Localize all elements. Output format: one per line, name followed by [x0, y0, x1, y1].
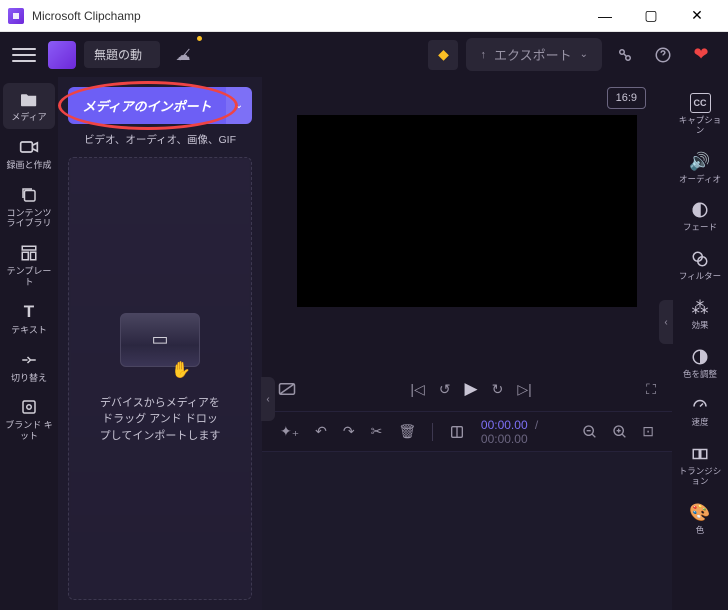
- undo-button[interactable]: ↶: [315, 423, 327, 440]
- right-nav: CCキャプション 🔊オーディオ フェード フィルター ⁂効果 色を調整 速度 ト…: [672, 77, 728, 610]
- help-button[interactable]: [648, 40, 678, 70]
- window-close-button[interactable]: ✕: [674, 0, 720, 32]
- r-speed[interactable]: 速度: [675, 389, 725, 434]
- fade-icon: [691, 200, 709, 220]
- r-effects[interactable]: ⁂効果: [675, 292, 725, 337]
- brand-nav-icon: [20, 397, 38, 417]
- collapse-right-button[interactable]: ‹: [659, 300, 673, 344]
- folder-icon: [19, 89, 39, 109]
- r-audio[interactable]: 🔊オーディオ: [675, 146, 725, 191]
- forward-button[interactable]: ↻: [492, 381, 504, 398]
- hand-icon: ✋: [171, 360, 191, 380]
- adjust-icon: [691, 347, 709, 367]
- export-label: エクスポート: [494, 45, 572, 64]
- settings-link-icon[interactable]: [610, 40, 640, 70]
- project-name-input[interactable]: 無題の動: [84, 41, 160, 68]
- drop-text: デバイスからメディアを ドラッグ アンド ドロッ プしてインポートします: [100, 395, 221, 445]
- nav-library[interactable]: コンテンツ ライブラリ: [3, 179, 55, 236]
- palette-icon: 🎨: [689, 503, 710, 523]
- collapse-left-button[interactable]: ‹: [261, 377, 275, 421]
- r-color[interactable]: 色を調整: [675, 341, 725, 386]
- nav-brand[interactable]: ブランド キット: [3, 391, 55, 448]
- app-title: Microsoft Clipchamp: [32, 9, 141, 23]
- sync-off-icon[interactable]: ☁̸: [168, 40, 198, 70]
- premium-button[interactable]: ◆: [428, 40, 458, 70]
- favorite-button[interactable]: ❤: [686, 40, 716, 70]
- left-nav: メディア 録画と作成 コンテンツ ライブラリ テンプレート T テキスト 切り替…: [0, 77, 58, 610]
- window-maximize-button[interactable]: ▢: [628, 0, 674, 32]
- import-media-button[interactable]: メディアのインポート: [68, 87, 226, 124]
- app-toolbar: 無題の動 ☁̸ ◆ ↑ エクスポート ⌄ ❤: [0, 32, 728, 77]
- cc-icon: CC: [690, 93, 711, 113]
- brand-icon: [48, 41, 76, 69]
- skip-end-button[interactable]: ▷|: [517, 381, 531, 398]
- media-drop-zone[interactable]: ▭ ✋ デバイスからメディアを ドラッグ アンド ドロッ プしてインポートします: [68, 157, 252, 600]
- template-icon: [20, 243, 38, 263]
- zoom-fit-button[interactable]: ⊡: [642, 423, 654, 440]
- fullscreen-button[interactable]: ⛶: [646, 381, 656, 398]
- r-filter[interactable]: フィルター: [675, 243, 725, 288]
- camera-icon: [19, 137, 39, 157]
- transition-icon: [20, 350, 38, 370]
- play-button[interactable]: ▶: [465, 379, 478, 399]
- timeline-toolbar: ✦₊ ↶ ↷ ✂ 🗑 00:00.00 / 00:00.00 ⊡: [262, 411, 672, 451]
- hide-preview-icon[interactable]: [278, 382, 296, 396]
- text-icon: T: [24, 302, 34, 322]
- media-panel: メディアのインポート ⌄ ビデオ、オーディオ、画像、GIF ▭ ✋ デバイスから…: [58, 77, 262, 610]
- menu-button[interactable]: [12, 43, 36, 67]
- cut-button[interactable]: ✂: [371, 423, 383, 440]
- nav-text[interactable]: T テキスト: [3, 296, 55, 342]
- zoom-in-button[interactable]: [612, 424, 628, 440]
- wand-icon: ⁂: [692, 298, 709, 318]
- rewind-button[interactable]: ↺: [439, 381, 451, 398]
- delete-button[interactable]: 🗑: [398, 423, 416, 440]
- r-rtrans[interactable]: トランジション: [675, 438, 725, 493]
- speed-icon: [691, 395, 709, 415]
- split-button[interactable]: [449, 424, 465, 440]
- r-captions[interactable]: CCキャプション: [675, 87, 725, 142]
- app-icon: [8, 8, 24, 24]
- zoom-out-button[interactable]: [582, 424, 598, 440]
- film-icon: ▭: [151, 329, 168, 350]
- nav-record[interactable]: 録画と作成: [3, 131, 55, 177]
- speaker-icon: 🔊: [689, 152, 710, 172]
- nav-transition[interactable]: 切り替え: [3, 344, 55, 390]
- redo-button[interactable]: ↷: [343, 423, 355, 440]
- aspect-ratio-button[interactable]: 16:9: [607, 87, 646, 109]
- timecode: 00:00.00 / 00:00.00: [481, 418, 566, 446]
- window-minimize-button[interactable]: —: [582, 0, 628, 32]
- timeline-track-area[interactable]: [262, 451, 672, 610]
- nav-templates[interactable]: テンプレート: [3, 237, 55, 294]
- rtransition-icon: [691, 444, 709, 464]
- nav-media[interactable]: メディア: [3, 83, 55, 129]
- export-button[interactable]: ↑ エクスポート ⌄: [466, 38, 602, 71]
- preview-area: 16:9: [262, 77, 672, 367]
- titlebar: Microsoft Clipchamp — ▢ ✕: [0, 0, 728, 32]
- r-palette[interactable]: 🎨色: [675, 497, 725, 542]
- import-dropdown-button[interactable]: ⌄: [226, 87, 252, 124]
- library-icon: [20, 185, 38, 205]
- video-canvas[interactable]: [297, 115, 637, 307]
- upload-icon: ↑: [480, 49, 486, 61]
- skip-start-button[interactable]: |◁: [410, 381, 424, 398]
- r-fade[interactable]: フェード: [675, 194, 725, 239]
- chevron-down-icon: ⌄: [580, 49, 588, 60]
- diamond-icon: ◆: [438, 46, 449, 63]
- filter-icon: [691, 249, 709, 269]
- media-subtitle: ビデオ、オーディオ、画像、GIF: [68, 132, 252, 147]
- magic-button[interactable]: ✦₊: [280, 423, 299, 440]
- drop-thumbnail: ▭ ✋: [120, 313, 200, 367]
- center-column: ‹ 16:9 |◁ ↺ ▶ ↻ ▷| ⛶ ✦₊ ↶: [262, 77, 672, 610]
- playback-controls: |◁ ↺ ▶ ↻ ▷| ⛶: [262, 367, 672, 411]
